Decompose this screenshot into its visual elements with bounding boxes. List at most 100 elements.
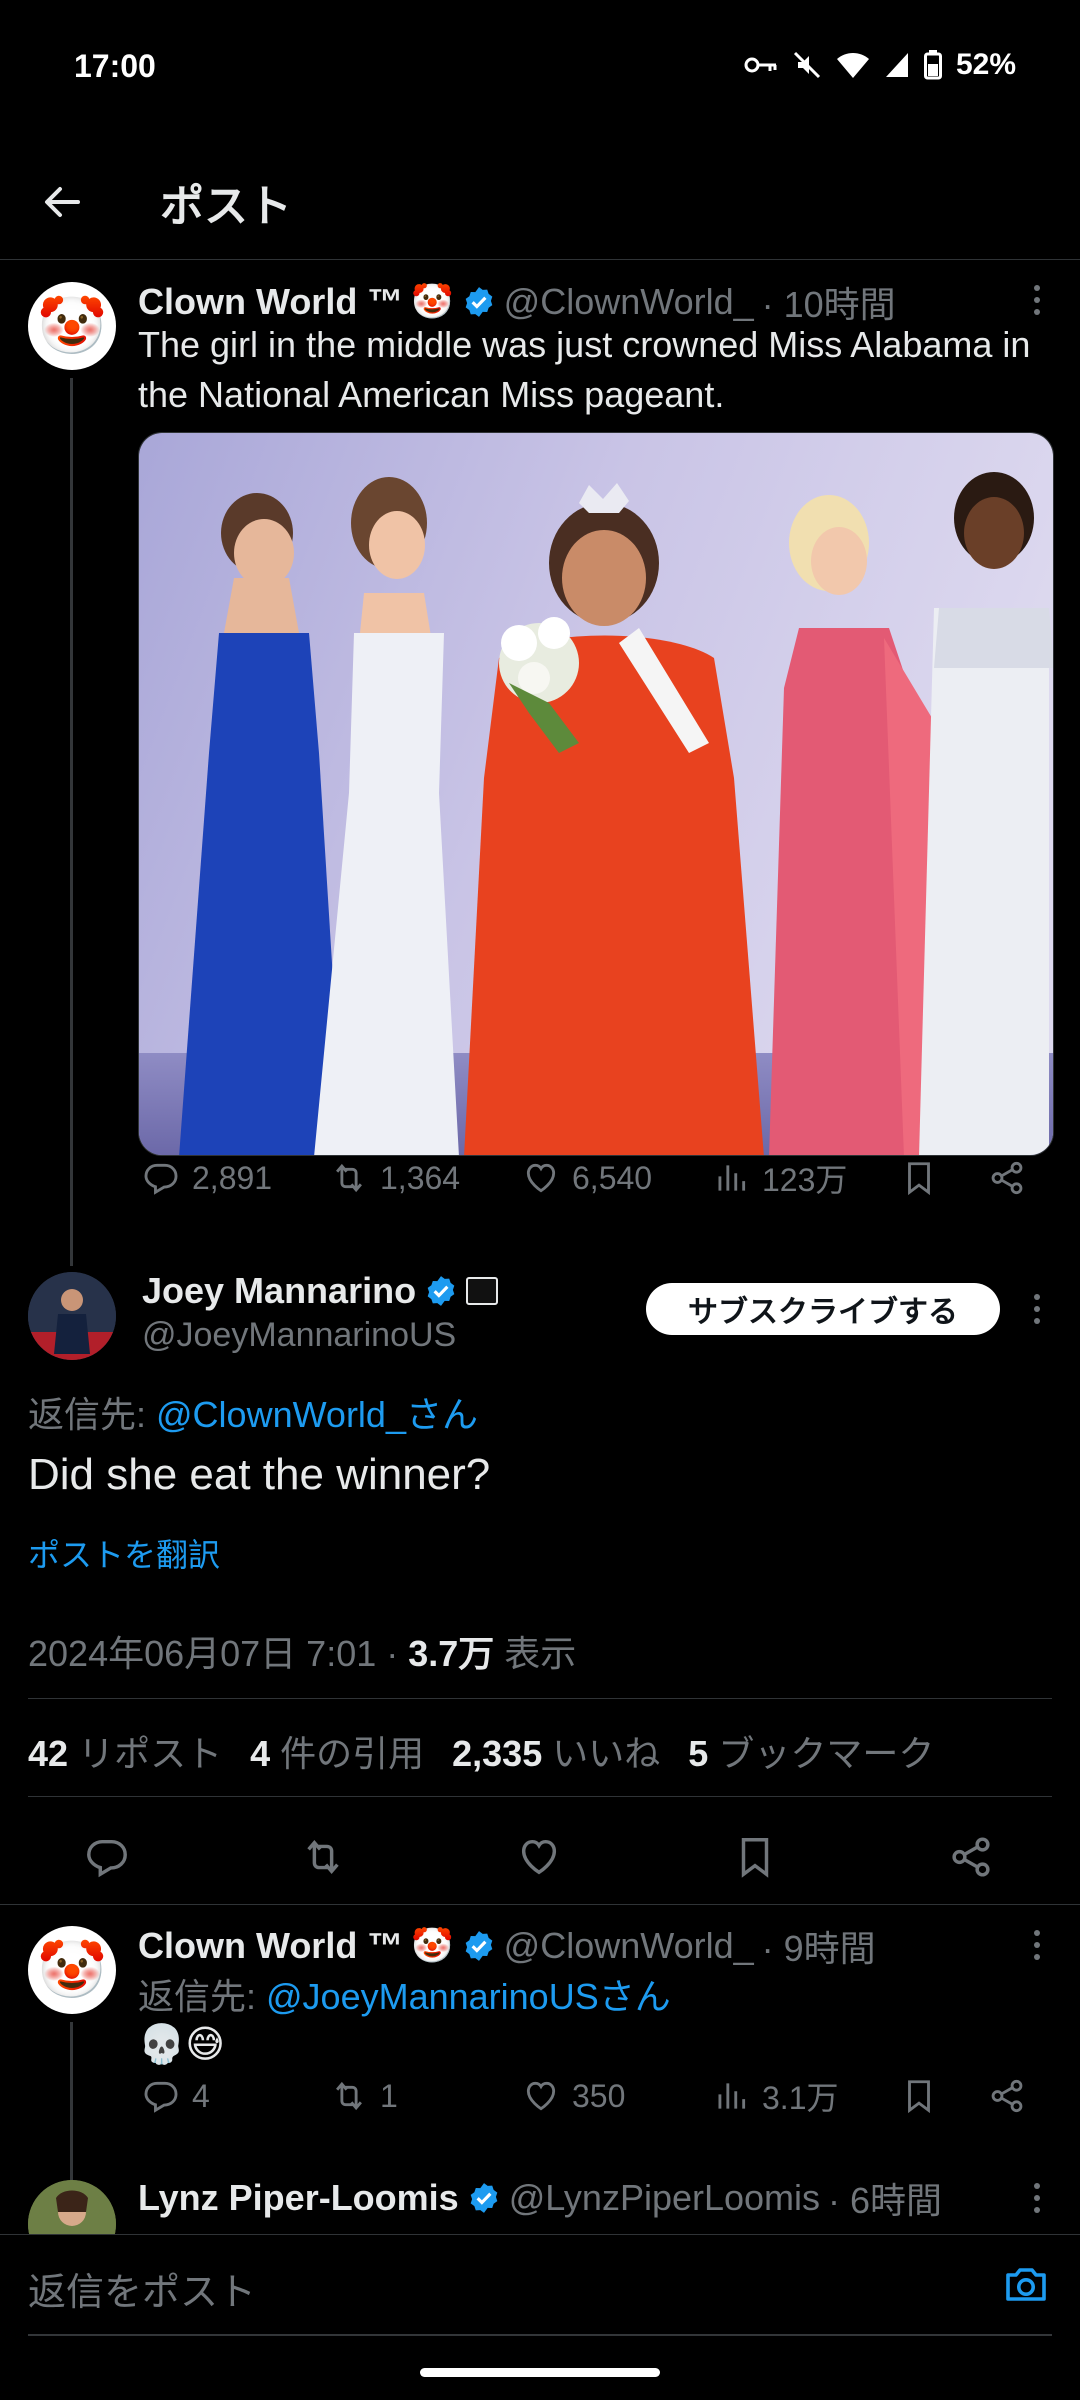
repost-count: 1,364 <box>380 1159 461 1196</box>
post-header: Clown World ™ 🤡 @ClownWorld_ · 9時間 <box>138 1920 876 1972</box>
page-title: ポスト <box>160 182 292 231</box>
battery-percent: 52% <box>955 48 1016 81</box>
camera-icon[interactable] <box>1002 2261 1050 2309</box>
reply-to-label: 返信先: <box>138 1976 267 2017</box>
author-handle[interactable]: @ClownWorld_ <box>504 281 754 323</box>
comment-icon <box>144 1163 178 1195</box>
quotes-label: 件の引用 <box>280 1733 425 1774</box>
reply-count: 2,891 <box>192 1159 273 1196</box>
clown-face-icon: 🤡 <box>37 1938 107 2001</box>
quotes-stat[interactable]: 4 件の引用 <box>250 1725 424 1777</box>
reply-button[interactable]: 2,891 <box>142 1159 272 1197</box>
focused-post-actions <box>0 1820 1080 1900</box>
avatar[interactable] <box>28 1272 116 1360</box>
more-options-icon[interactable] <box>1022 2178 1052 2218</box>
heart-icon <box>526 1163 556 1193</box>
clown-emoji-icon: 🤡 <box>411 1927 454 1965</box>
analytics-icon <box>718 2083 746 2109</box>
wifi-icon <box>836 51 870 79</box>
thread-line <box>70 378 73 1266</box>
more-options-icon[interactable] <box>1022 1289 1052 1329</box>
profile-photo <box>28 1272 116 1360</box>
likes-count: 2,335 <box>452 1733 543 1774</box>
repost-button[interactable]: 1 <box>330 2077 398 2115</box>
reply-to-line: 返信先: @ClownWorld_さん <box>28 1386 478 1438</box>
repost-icon[interactable] <box>300 1834 346 1880</box>
author-handle[interactable]: @JoeyMannarinoUS <box>142 1316 456 1355</box>
reposts-count: 42 <box>28 1733 69 1774</box>
post-meta: 2024年06月07日 7:01 · 3.7万 表示 <box>28 1625 576 1677</box>
bookmarks-label: ブックマーク <box>718 1733 935 1774</box>
clown-face-icon: 🤡 <box>37 294 107 357</box>
affiliate-badge-icon <box>466 1277 499 1305</box>
views-button[interactable]: 123万 <box>712 1155 847 1201</box>
clown-emoji-icon: 🤡 <box>411 283 454 321</box>
post-header: Lynz Piper-Loomis @LynzPiperLoomis · 6時間 <box>138 2172 942 2224</box>
avatar[interactable]: 🤡 <box>28 1926 116 2014</box>
verified-badge-icon <box>470 2183 498 2213</box>
signal-icon <box>884 51 910 79</box>
reply-to-line: 返信先: @JoeyMannarinoUSさん <box>138 1968 671 2020</box>
author-handle[interactable]: @LynzPiperLoomis <box>509 2177 820 2219</box>
reply-icon[interactable] <box>84 1834 130 1880</box>
reply-input[interactable]: 返信をポスト <box>28 2261 256 2316</box>
reply-composer[interactable]: 返信をポスト <box>0 2234 1080 2334</box>
verified-badge-icon <box>465 287 492 317</box>
bookmarks-stat[interactable]: 5 ブックマーク <box>688 1725 934 1777</box>
more-options-icon[interactable] <box>1022 1925 1052 1965</box>
like-button[interactable]: 350 <box>522 2077 625 2115</box>
avatar[interactable]: 🤡 <box>28 282 116 370</box>
reposts-label: リポスト <box>78 1733 223 1774</box>
battery-icon <box>923 50 942 80</box>
reply-to-label: 返信先: <box>28 1394 157 1435</box>
thread-line <box>70 2022 73 2182</box>
subscribe-button[interactable]: サブスクライブする <box>646 1283 1000 1335</box>
share-icon[interactable] <box>988 1159 1026 1197</box>
reply-button[interactable]: 4 <box>142 2077 210 2115</box>
divider <box>28 1796 1052 1797</box>
author-name[interactable]: Clown World ™ <box>138 281 403 323</box>
post-time[interactable]: · 9時間 <box>762 1920 876 1972</box>
post-image[interactable] <box>138 432 1054 1156</box>
repost-icon <box>336 2081 362 2111</box>
likes-label: いいね <box>552 1733 661 1774</box>
reply-input-underline <box>28 2334 1052 2336</box>
status-bar: 17:00 52% <box>0 0 1080 140</box>
reposts-stat[interactable]: 42 リポスト <box>28 1725 222 1777</box>
like-button[interactable]: 6,540 <box>522 1159 652 1197</box>
views-button[interactable]: 3.1万 <box>712 2073 839 2119</box>
author-name[interactable]: Clown World ™ <box>138 1925 403 1967</box>
post-datetime[interactable]: 2024年06月07日 7:01 · <box>28 1633 408 1674</box>
likes-stat[interactable]: 2,335 いいね <box>452 1725 660 1777</box>
reply-to-handle[interactable]: @ClownWorld_さん <box>156 1394 478 1435</box>
like-count: 6,540 <box>572 1159 653 1196</box>
author-name[interactable]: Lynz Piper-Loomis <box>138 2177 459 2219</box>
engagement-stats: 42 リポスト 4 件の引用 2,335 いいね 5 ブックマーク <box>28 1725 934 1777</box>
share-icon[interactable] <box>988 2077 1026 2115</box>
bookmark-icon[interactable] <box>900 1159 938 1197</box>
reply-to-handle[interactable]: @JoeyMannarinoUSさん <box>266 1976 671 2017</box>
verified-badge-icon <box>465 1931 492 1961</box>
status-time: 17:00 <box>74 48 156 84</box>
post-time[interactable]: · 6時間 <box>828 2172 942 2224</box>
mute-icon <box>792 50 822 80</box>
author-handle[interactable]: @ClownWorld_ <box>504 1925 754 1967</box>
like-count: 350 <box>572 2077 626 2114</box>
verified-badge-icon <box>427 1276 455 1306</box>
repost-button[interactable]: 1,364 <box>330 1159 460 1197</box>
bookmark-icon[interactable] <box>900 2077 938 2115</box>
heart-icon[interactable] <box>516 1834 562 1880</box>
share-icon[interactable] <box>948 1834 994 1880</box>
more-options-icon[interactable] <box>1022 280 1052 320</box>
post-text: 💀😅 <box>138 2024 225 2066</box>
focused-post-text: Did she eat the winner? <box>28 1450 491 1499</box>
header: ポスト <box>0 140 1080 260</box>
home-indicator[interactable] <box>420 2368 660 2377</box>
reply-count: 4 <box>192 2077 210 2114</box>
pageant-photo <box>139 433 1053 1155</box>
back-button[interactable] <box>38 178 86 226</box>
author-name[interactable]: Joey Mannarino <box>142 1270 416 1312</box>
bookmark-icon[interactable] <box>732 1834 778 1880</box>
translate-link[interactable]: ポストを翻訳 <box>28 1530 220 1576</box>
view-count: 123万 <box>762 1162 848 1198</box>
